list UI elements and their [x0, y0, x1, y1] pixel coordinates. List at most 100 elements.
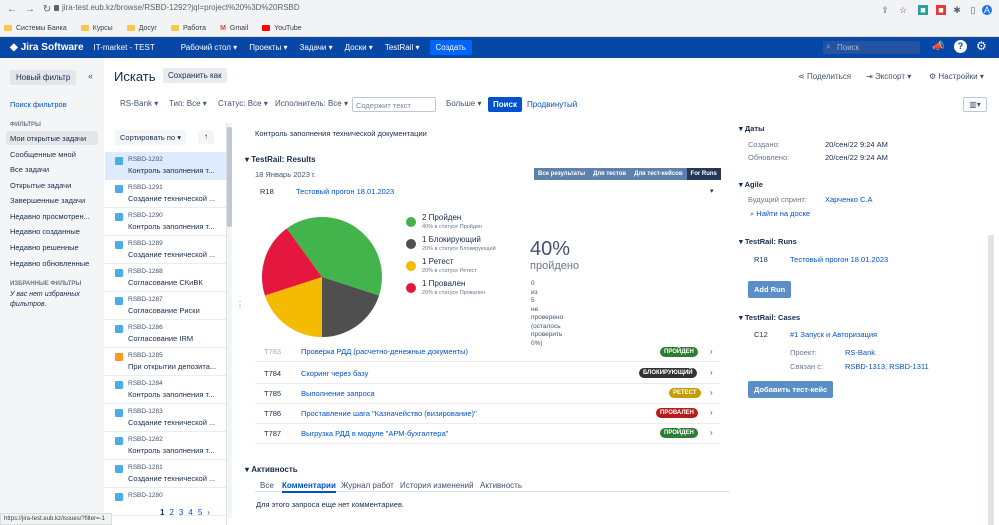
bookmark-sistemy[interactable]: Системы Банка: [4, 25, 67, 32]
tab-for-cases[interactable]: Для тест-кейсов: [630, 168, 687, 180]
search-filters-link[interactable]: Поиск фильтров: [10, 100, 67, 109]
list-item[interactable]: RSBD-1286 Согласование IRM: [105, 320, 226, 348]
type-filter[interactable]: Тип: Все ▾: [169, 99, 207, 108]
layout-switcher-icon[interactable]: ▥▾: [963, 97, 987, 112]
case-link[interactable]: #1 Запуск и Авторизация: [790, 330, 877, 339]
list-item[interactable]: RSBD-1288 Согласование СКиВК: [105, 264, 226, 292]
extension2-icon[interactable]: ■: [936, 5, 946, 15]
sidebar-item-label[interactable]: Завершенные задачи: [10, 196, 85, 205]
activity-tab-history[interactable]: История изменений: [400, 481, 474, 490]
table-row[interactable]: T784 Скоринг через базу БЛОКИРУЮЩИЙ ›: [255, 364, 720, 384]
test-link[interactable]: Выгрузка РДД в модуле "АРМ-бухгалтера": [301, 429, 448, 438]
sidebar-item-label[interactable]: Недавно просмотрен...: [10, 212, 90, 221]
tools-button[interactable]: ⚙ Настройки ▾: [929, 72, 984, 81]
sprint-link[interactable]: Харченко С.А: [825, 195, 873, 204]
extension-icon[interactable]: ■: [918, 5, 928, 15]
sidebar-item-label[interactable]: Открытые задачи: [10, 181, 71, 190]
page-2[interactable]: 2: [169, 508, 173, 517]
linked-issues[interactable]: RSBD-1313, RSBD-1311: [845, 362, 929, 371]
collapse-sidebar-icon[interactable]: «: [88, 71, 93, 81]
nav-issues[interactable]: Задачи ▾: [300, 43, 333, 52]
assignee-filter[interactable]: Исполнитель: Все ▾: [275, 99, 348, 108]
list-item[interactable]: RSBD-1283 Создание технической ...: [105, 404, 226, 432]
sidebar-item-label[interactable]: Все задачи: [10, 165, 49, 174]
profile-avatar[interactable]: A: [982, 5, 992, 15]
activity-tab-worklog[interactable]: Журнал работ: [341, 481, 394, 490]
chevron-right-icon[interactable]: ›: [710, 347, 713, 356]
run-link[interactable]: Тестовый прогон 18.01.2023: [296, 187, 394, 196]
status-filter[interactable]: Статус: Все ▾: [218, 99, 268, 108]
star-icon[interactable]: ☆: [898, 5, 908, 15]
puzzle-icon[interactable]: ✱: [952, 5, 962, 15]
share-button[interactable]: ⋖ Поделиться: [798, 72, 851, 81]
tab-for-runs[interactable]: For Runs: [686, 168, 721, 180]
settings-gear-icon[interactable]: ⚙: [976, 39, 987, 53]
testrail-cases-heading[interactable]: ▾ TestRail: Cases: [739, 313, 800, 322]
text-search-input[interactable]: Содержит текст: [352, 97, 436, 112]
sort-direction-icon[interactable]: ↑: [198, 130, 214, 144]
dates-heading[interactable]: ▾ Даты: [739, 124, 764, 133]
search-button[interactable]: Поиск: [488, 97, 523, 112]
agile-heading[interactable]: ▾ Agile: [739, 180, 763, 189]
project-link[interactable]: RS-Bank: [845, 348, 875, 357]
reload-icon[interactable]: ↻: [41, 4, 53, 16]
bookmark-kursy[interactable]: Курсы: [80, 25, 113, 32]
nav-projects[interactable]: Проекты ▾: [249, 43, 287, 52]
table-row[interactable]: T785 Выполнение запроса РЕТЕСТ ›: [255, 384, 720, 404]
page-4[interactable]: 4: [188, 508, 192, 517]
test-link[interactable]: Проверка РДД (расчетно-денежные документ…: [301, 347, 468, 356]
new-filter-button[interactable]: Новый фильтр: [10, 70, 77, 85]
jira-logo[interactable]: ◆ Jira Software: [10, 42, 84, 53]
sidebar-item-label[interactable]: Недавно созданные: [10, 227, 80, 236]
table-row[interactable]: T783 Проверка РДД (расчетно-денежные док…: [255, 344, 720, 362]
forward-icon[interactable]: →: [24, 4, 36, 16]
sidebar-item-label[interactable]: Недавно решенные: [10, 243, 79, 252]
testrail-runs-heading[interactable]: ▾ TestRail: Runs: [739, 237, 797, 246]
list-item[interactable]: RSBD-1282 Контроль заполнения т...: [105, 432, 226, 460]
list-item[interactable]: RSBD-1287 Согласование Риски: [105, 292, 226, 320]
sidebar-icon[interactable]: ▯: [968, 5, 978, 15]
more-filter[interactable]: Больше ▾: [446, 99, 481, 108]
run-link[interactable]: Тестовый прогон 18.01.2023: [790, 255, 888, 264]
page-5[interactable]: 5: [198, 508, 202, 517]
sort-button[interactable]: Сортировать по ▾: [115, 130, 186, 145]
advanced-link[interactable]: Продвинутый: [527, 100, 577, 109]
address-bar[interactable]: jira-test.eub.kz/browse/RSBD-1292?jql=pr…: [62, 3, 300, 12]
chevron-right-icon[interactable]: ›: [710, 408, 713, 417]
back-icon[interactable]: ←: [6, 4, 18, 16]
testrail-results-heading[interactable]: ▾ TestRail: Results: [245, 155, 316, 164]
bookmark-gmail[interactable]: M Gmail: [220, 25, 248, 32]
list-item[interactable]: RSBD-1291 Создание технической ...: [105, 180, 226, 208]
list-item[interactable]: RSBD-1285 При открытии депозита...: [105, 348, 226, 376]
activity-tab-activity[interactable]: Активность: [480, 481, 522, 490]
bookmark-rabota[interactable]: Работа: [170, 25, 206, 32]
save-as-button[interactable]: Сохранить как: [163, 68, 227, 83]
add-test-case-button[interactable]: Добавить тест-кейс: [748, 381, 834, 398]
list-item[interactable]: RSBD-1284 Контроль заполнения т...: [105, 376, 226, 404]
chevron-right-icon[interactable]: ›: [710, 388, 713, 397]
help-icon[interactable]: ?: [954, 40, 967, 53]
list-item[interactable]: RSBD-1281 Создание технической ...: [105, 460, 226, 488]
activity-tab-comments[interactable]: Комментарии: [282, 481, 336, 493]
project-name[interactable]: IT-market - TEST: [94, 43, 155, 52]
table-row[interactable]: T786 Проставление шага "Казначейство (ви…: [255, 404, 720, 424]
chevron-right-icon[interactable]: ›: [710, 428, 713, 437]
nav-boards[interactable]: Доски ▾: [345, 43, 373, 52]
test-link[interactable]: Скоринг через базу: [301, 369, 368, 378]
sidebar-item-label[interactable]: Сообщенные мной: [10, 150, 76, 159]
next-page[interactable]: ›: [207, 508, 210, 517]
resize-handle-icon[interactable]: ⋮: [236, 300, 244, 309]
tab-all-results[interactable]: Все результаты: [534, 168, 590, 180]
table-row[interactable]: T787 Выгрузка РДД в модуле "АРМ-бухгалте…: [255, 424, 720, 444]
create-button[interactable]: Создать: [429, 40, 472, 55]
share-icon[interactable]: ⇪: [880, 5, 890, 15]
notifications-icon[interactable]: 📣: [932, 41, 944, 52]
list-item[interactable]: RSBD-1290 Контроль заполнения т...: [105, 208, 226, 236]
tab-for-tests[interactable]: Для тестов: [589, 168, 631, 180]
test-link[interactable]: Проставление шага "Казначейство (визиров…: [301, 409, 477, 418]
find-on-board-link[interactable]: ⌕ Найти на доске: [750, 209, 810, 219]
right-scrollbar[interactable]: [988, 235, 994, 525]
search-input[interactable]: Поиск: [823, 41, 920, 54]
list-scroll-thumb[interactable]: [227, 127, 232, 227]
nav-dashboard[interactable]: Рабочий стол ▾: [181, 43, 237, 52]
